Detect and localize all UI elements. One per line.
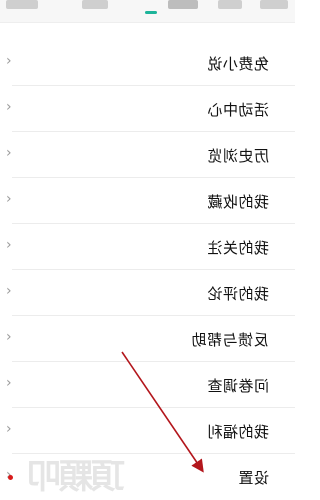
- chevron-right-icon: ›: [6, 237, 12, 253]
- top-tab-bar: [0, 0, 295, 23]
- chevron-right-icon: ›: [6, 145, 12, 161]
- menu-item-free-novels[interactable]: › 免费小说: [0, 40, 295, 86]
- chevron-right-icon: ›: [6, 283, 12, 299]
- menu-item-feedback-help[interactable]: › 反馈与帮助: [0, 316, 295, 362]
- chevron-right-icon: ›: [6, 99, 12, 115]
- chevron-right-icon: ›: [6, 375, 12, 391]
- tab-item[interactable]: [6, 0, 38, 9]
- menu-item-label: 我的评论: [206, 285, 269, 303]
- chevron-right-icon: ›: [6, 421, 12, 437]
- watermark-logo: 頂顆叩: [0, 455, 125, 500]
- menu-item-activity-center[interactable]: › 活动中心: [0, 86, 295, 132]
- menu-item-label: 问卷调查: [206, 377, 269, 395]
- menu-item-label: 我的关注: [206, 239, 269, 257]
- tab-item-active[interactable]: [168, 0, 198, 9]
- menu-item-label: 设置: [237, 469, 269, 487]
- menu-item-label: 活动中心: [206, 101, 269, 119]
- watermark-dot: [8, 475, 13, 480]
- menu-item-label: 我的收藏: [206, 193, 269, 211]
- chevron-right-icon: ›: [6, 329, 12, 345]
- menu-item-survey[interactable]: › 问卷调查: [0, 362, 295, 408]
- chevron-right-icon: ›: [6, 53, 12, 69]
- active-tab-indicator: [145, 11, 157, 14]
- menu-item-label: 我的福利: [206, 423, 269, 441]
- menu-item-comments[interactable]: › 我的评论: [0, 270, 295, 316]
- menu-item-welfare[interactable]: › 我的福利: [0, 408, 295, 454]
- menu-item-following[interactable]: › 我的关注: [0, 224, 295, 270]
- tab-item[interactable]: [218, 0, 242, 9]
- menu-item-history[interactable]: › 历史浏览: [0, 132, 295, 178]
- tab-item[interactable]: [260, 0, 288, 9]
- menu-item-label: 反馈与帮助: [191, 331, 269, 349]
- menu-item-label: 免费小说: [206, 55, 269, 73]
- menu-item-label: 历史浏览: [206, 147, 269, 165]
- menu-item-favorites[interactable]: › 我的收藏: [0, 178, 295, 224]
- tab-item[interactable]: [82, 0, 108, 9]
- chevron-right-icon: ›: [6, 191, 12, 207]
